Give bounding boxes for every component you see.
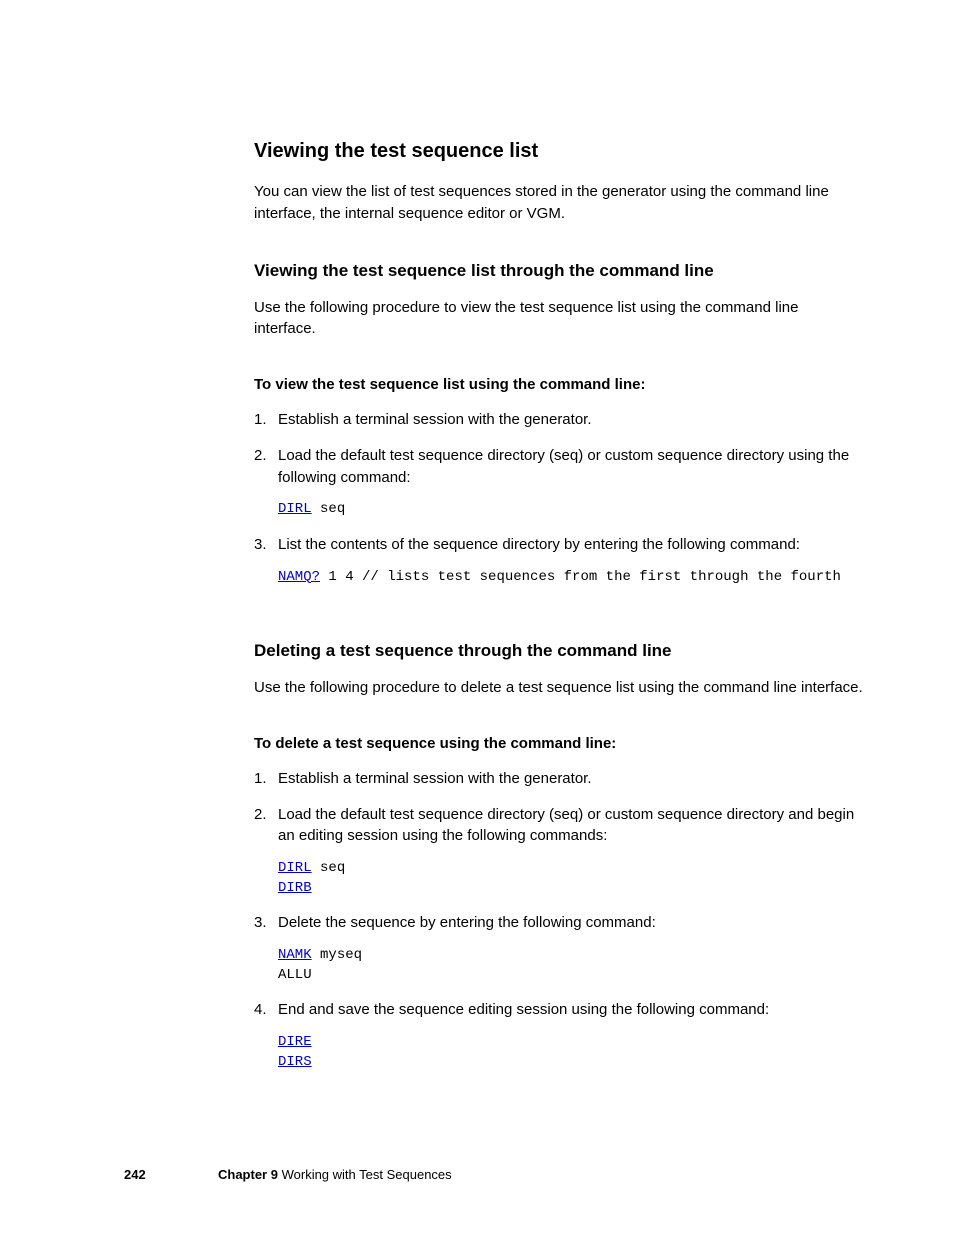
step-number: 3.	[254, 912, 267, 934]
step-item: 2. Load the default test sequence direct…	[278, 445, 864, 520]
step-item: 2. Load the default test sequence direct…	[278, 804, 864, 899]
code-block: DIRE DIRS	[278, 1033, 864, 1072]
procedure-list-1: 1. Establish a terminal session with the…	[254, 409, 864, 587]
step-number: 1.	[254, 768, 267, 790]
step-number: 3.	[254, 534, 267, 556]
intro-para-1: You can view the list of test sequences …	[254, 181, 864, 225]
step-item: 3. Delete the sequence by entering the f…	[278, 912, 864, 985]
step-number: 4.	[254, 999, 267, 1021]
code-block: DIRL seq DIRB	[278, 859, 864, 898]
code-text: seq	[312, 501, 346, 517]
code-text: 1 4 // lists test sequences from the fir…	[320, 569, 841, 585]
subsection-title-deleting-cli: Deleting a test sequence through the com…	[254, 641, 864, 661]
footer-chapter-title: Working with Test Sequences	[282, 1167, 452, 1182]
code-text: myseq	[312, 947, 362, 963]
step-number: 2.	[254, 804, 267, 826]
step-number: 1.	[254, 409, 267, 431]
page-number: 242	[124, 1167, 146, 1182]
intro-para-3: Use the following procedure to delete a …	[254, 677, 864, 699]
section-title-viewing: Viewing the test sequence list	[254, 140, 864, 163]
step-number: 2.	[254, 445, 267, 467]
procedure-heading-1: To view the test sequence list using the…	[254, 376, 864, 393]
code-text: ALLU	[278, 967, 312, 983]
code-block: DIRL seq	[278, 500, 864, 520]
step-item: 3. List the contents of the sequence dir…	[278, 534, 864, 587]
command-link[interactable]: DIRE	[278, 1034, 312, 1050]
command-link[interactable]: DIRS	[278, 1054, 312, 1070]
command-link[interactable]: DIRL	[278, 860, 312, 876]
command-link[interactable]: NAMQ?	[278, 569, 320, 585]
page-content: Viewing the test sequence list You can v…	[254, 140, 864, 1086]
command-link[interactable]: DIRL	[278, 501, 312, 517]
code-block: NAMK myseq ALLU	[278, 946, 864, 985]
step-item: 1. Establish a terminal session with the…	[278, 409, 864, 431]
step-item: 4. End and save the sequence editing ses…	[278, 999, 864, 1072]
step-text: Establish a terminal session with the ge…	[278, 770, 592, 787]
footer-text: Chapter 9 Working with Test Sequences	[218, 1167, 452, 1182]
step-item: 1. Establish a terminal session with the…	[278, 768, 864, 790]
step-text: Establish a terminal session with the ge…	[278, 411, 592, 428]
step-text: Load the default test sequence directory…	[278, 806, 854, 845]
command-link[interactable]: DIRB	[278, 880, 312, 896]
step-text: Load the default test sequence directory…	[278, 447, 849, 486]
subsection-title-viewing-cli: Viewing the test sequence list through t…	[254, 261, 864, 281]
code-block: NAMQ? 1 4 // lists test sequences from t…	[278, 568, 864, 588]
command-link[interactable]: NAMK	[278, 947, 312, 963]
step-text: End and save the sequence editing sessio…	[278, 1001, 769, 1018]
intro-para-2: Use the following procedure to view the …	[254, 297, 864, 341]
code-text: seq	[312, 860, 346, 876]
footer-chapter-prefix: Chapter 9	[218, 1167, 278, 1182]
step-text: Delete the sequence by entering the foll…	[278, 914, 656, 931]
procedure-list-2: 1. Establish a terminal session with the…	[254, 768, 864, 1072]
step-text: List the contents of the sequence direct…	[278, 536, 800, 553]
procedure-heading-2: To delete a test sequence using the comm…	[254, 735, 864, 752]
